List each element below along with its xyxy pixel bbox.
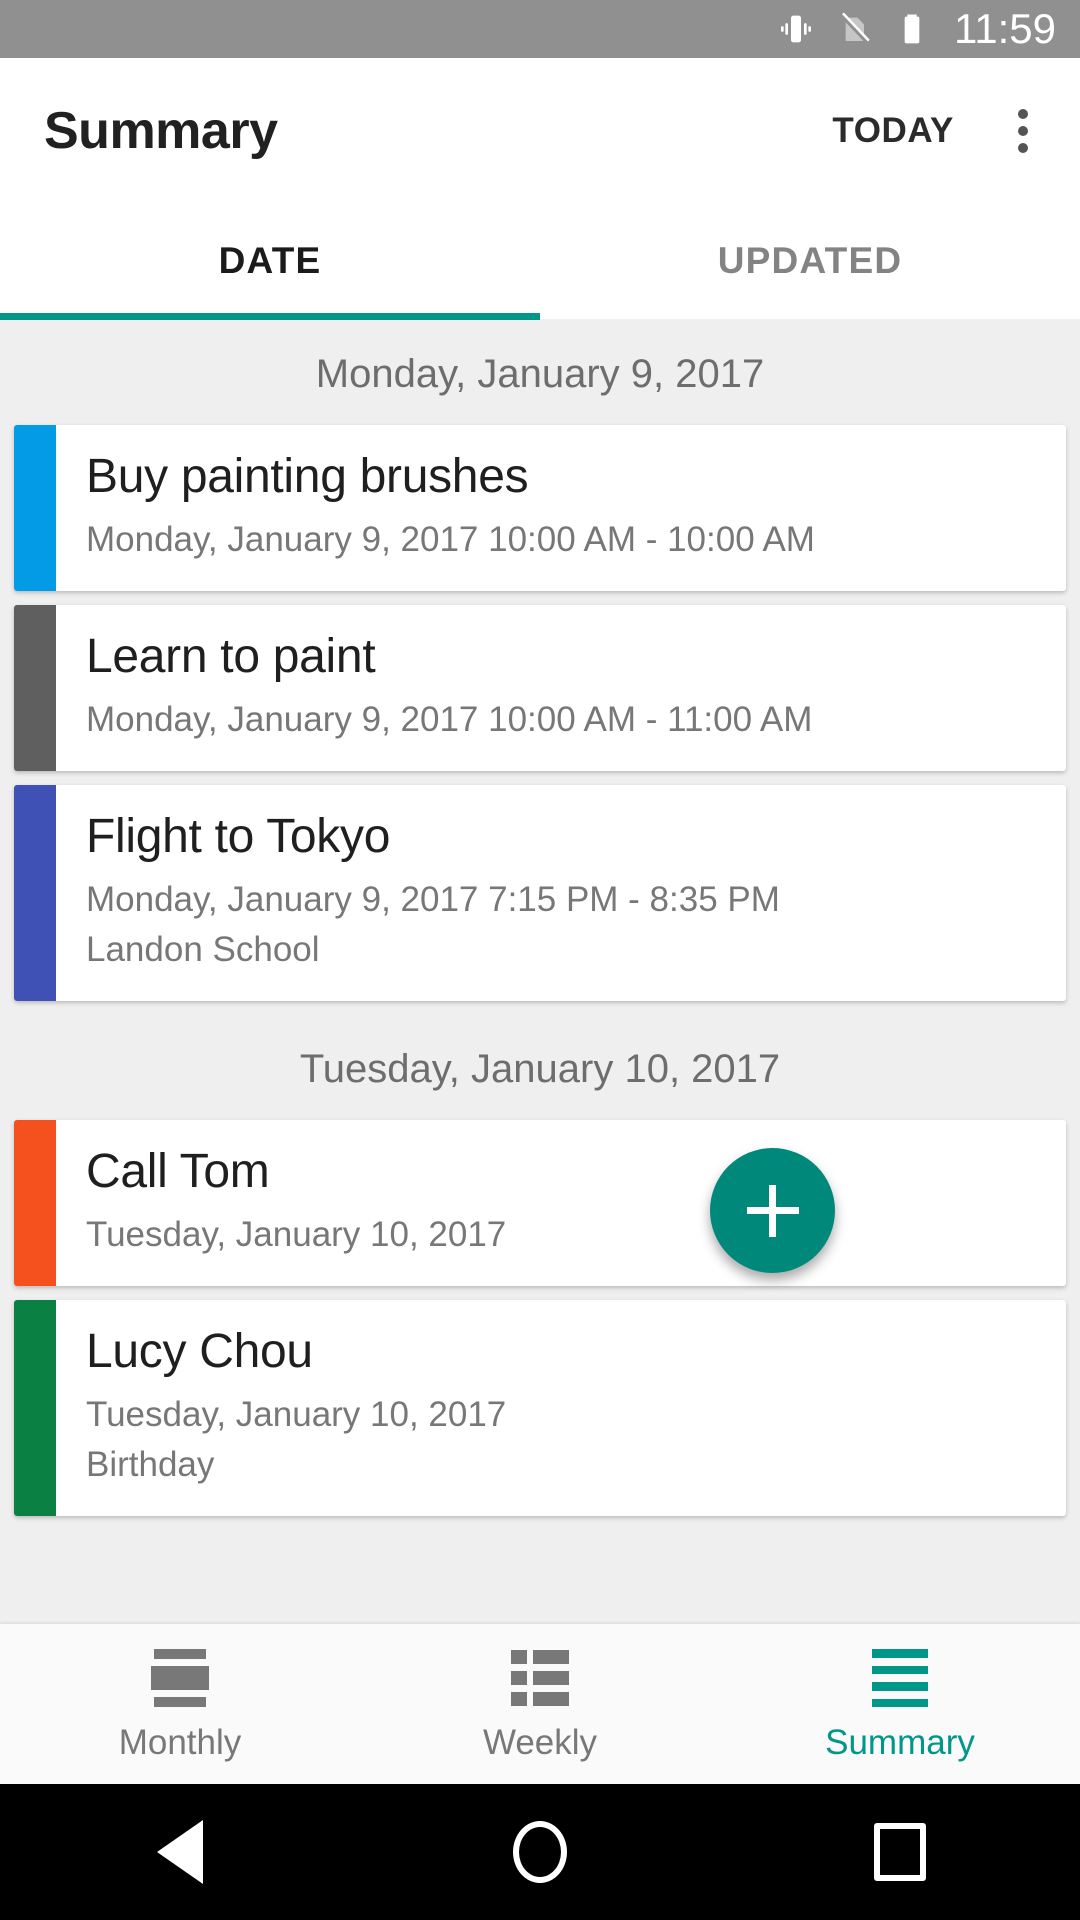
event-detail: Birthday: [86, 1445, 215, 1484]
recents-square-icon: [874, 1823, 926, 1881]
tab-date[interactable]: DATE: [0, 203, 540, 319]
more-vertical-icon[interactable]: [986, 94, 1060, 168]
event-card-body: Learn to paint Monday, January 9, 2017 1…: [56, 605, 1066, 771]
list-week-icon: [511, 1649, 569, 1707]
event-color-stripe: [14, 1300, 56, 1516]
calendar-month-icon: [151, 1649, 209, 1707]
system-back-button[interactable]: [0, 1820, 360, 1884]
event-card[interactable]: Buy painting brushes Monday, January 9, …: [14, 425, 1066, 591]
tab-bar: DATE UPDATED: [0, 203, 1080, 319]
overflow-dot: [1018, 142, 1028, 153]
nav-label-summary: Summary: [825, 1723, 975, 1762]
nav-label-weekly: Weekly: [482, 1723, 598, 1762]
event-card[interactable]: Call Tom Tuesday, January 10, 2017: [14, 1120, 1066, 1286]
nav-item-weekly[interactable]: Weekly: [360, 1624, 720, 1784]
app-bar-actions: TODAY: [818, 93, 1080, 169]
event-card-body: Lucy Chou Tuesday, January 10, 2017 Birt…: [56, 1300, 1066, 1516]
event-card-body: Flight to Tokyo Monday, January 9, 2017 …: [56, 785, 1066, 1001]
event-title: Lucy Chou: [86, 1325, 313, 1378]
summary-list-icon: [871, 1649, 929, 1707]
plus-icon: [769, 1184, 776, 1237]
event-color-stripe: [14, 1120, 56, 1286]
event-subtitle: Tuesday, January 10, 2017: [86, 1395, 507, 1434]
event-color-stripe: [14, 785, 56, 1001]
back-triangle-icon: [157, 1820, 203, 1884]
event-color-stripe: [14, 605, 56, 771]
event-card[interactable]: Lucy Chou Tuesday, January 10, 2017 Birt…: [14, 1300, 1066, 1516]
tab-indicator: [0, 313, 540, 320]
system-home-button[interactable]: [360, 1821, 720, 1883]
event-card[interactable]: Learn to paint Monday, January 9, 2017 1…: [14, 605, 1066, 771]
battery-icon: [892, 9, 932, 49]
page-title: Summary: [44, 101, 278, 160]
system-recents-button[interactable]: [720, 1823, 1080, 1881]
tab-updated[interactable]: UPDATED: [540, 203, 1080, 319]
home-circle-icon: [513, 1821, 567, 1883]
phone-screen: 11:59 Summary TODAY DATE UPDATED Monday,…: [0, 0, 1080, 1920]
event-card[interactable]: Flight to Tokyo Monday, January 9, 2017 …: [14, 785, 1066, 1001]
add-event-fab[interactable]: [710, 1148, 835, 1273]
event-card-body: Call Tom Tuesday, January 10, 2017: [56, 1120, 1066, 1286]
day-header: Monday, January 9, 2017: [315, 352, 765, 396]
today-button[interactable]: TODAY: [818, 93, 968, 169]
event-card-body: Buy painting brushes Monday, January 9, …: [56, 425, 1066, 591]
status-bar: 11:59: [0, 0, 1080, 58]
bottom-navigation: Monthly Weekly Summary: [0, 1624, 1080, 1784]
event-subtitle: Monday, January 9, 2017 7:15 PM - 8:35 P…: [86, 880, 780, 919]
system-navigation-bar: [0, 1784, 1080, 1920]
nav-item-monthly[interactable]: Monthly: [0, 1624, 360, 1784]
event-location: Landon School: [86, 930, 320, 969]
vibrate-icon: [776, 9, 816, 49]
event-title: Call Tom: [86, 1145, 270, 1198]
event-subtitle: Tuesday, January 10, 2017: [86, 1215, 507, 1254]
event-subtitle: Monday, January 9, 2017 10:00 AM - 11:00…: [86, 700, 813, 739]
nav-label-monthly: Monthly: [118, 1723, 242, 1762]
overflow-dot: [1018, 125, 1028, 136]
nav-item-summary[interactable]: Summary: [720, 1624, 1080, 1784]
event-title: Flight to Tokyo: [86, 810, 391, 863]
day-header: Tuesday, January 10, 2017: [299, 1047, 781, 1091]
event-color-stripe: [14, 425, 56, 591]
event-list[interactable]: Monday, January 9, 2017 Buy painting bru…: [0, 320, 1080, 1624]
app-bar: Summary TODAY: [0, 58, 1080, 203]
event-subtitle: Monday, January 9, 2017 10:00 AM - 10:00…: [86, 520, 815, 559]
event-title: Buy painting brushes: [86, 450, 529, 503]
event-title: Learn to paint: [86, 630, 376, 683]
status-time: 11:59: [954, 5, 1056, 52]
no-sim-icon: [834, 9, 874, 49]
overflow-dot: [1018, 108, 1028, 119]
